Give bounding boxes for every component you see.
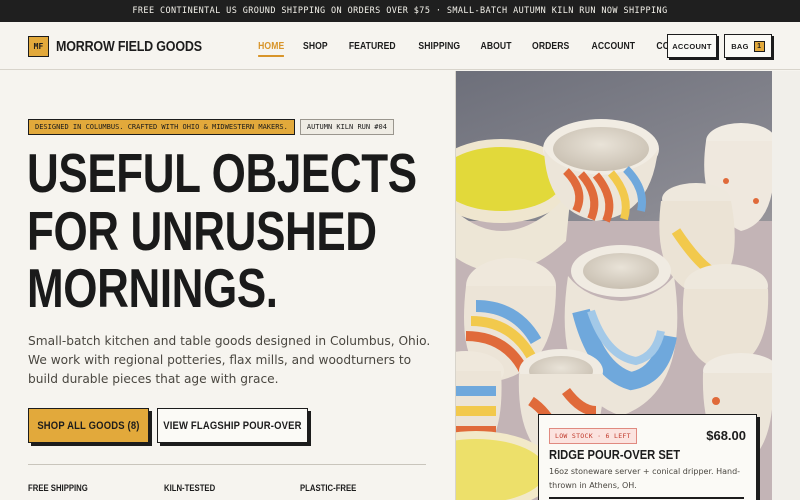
shop-all-button[interactable]: SHOP ALL GOODS (8) [28, 408, 149, 443]
bag-count-badge: 1 [753, 40, 765, 52]
product-price: $68.00 [706, 428, 746, 443]
promo-text: FREE CONTINENTAL US GROUND SHIPPING ON O… [132, 6, 668, 16]
featured-product-card[interactable]: LOW STOCK · 6 LEFT $68.00 RIDGE POUR-OVE… [538, 414, 757, 500]
nav-featured[interactable]: FEATURED [344, 37, 401, 56]
account-button[interactable]: ACCOUNT [667, 34, 717, 58]
headline-line-1: USEFUL OBJECTS [27, 142, 417, 204]
view-pour-over-label: VIEW FLAGSHIP POUR-OVER [163, 419, 302, 432]
logo[interactable]: MF MORROW FIELD GOODS [28, 36, 226, 57]
hero-headline: USEFUL OBJECTS FOR UNRUSHED MORNINGS. [27, 142, 417, 319]
nav-shipping[interactable]: SHIPPING [413, 37, 465, 56]
bag-button[interactable]: BAG 1 [724, 34, 772, 58]
shop-all-label: SHOP ALL GOODS (8) [37, 419, 140, 432]
logo-mark: MF [28, 36, 49, 57]
kiln-run-badge: AUTUMN KILN RUN #04 [299, 119, 394, 135]
nav-home[interactable]: HOME [253, 37, 289, 57]
nav-account[interactable]: ACCOUNT [586, 37, 640, 56]
feature-list: FREE SHIPPING KILN-TESTED PLASTIC-FREE [28, 483, 436, 493]
low-stock-badge: LOW STOCK · 6 LEFT [549, 428, 637, 444]
view-pour-over-button[interactable]: VIEW FLAGSHIP POUR-OVER [157, 408, 308, 443]
headline-line-3: MORNINGS. [27, 257, 278, 319]
product-card-rule [549, 497, 744, 499]
hero-badges: DESIGNED IN COLUMBUS. CRAFTED WITH OHIO … [28, 119, 399, 135]
account-button-label: ACCOUNT [672, 41, 712, 51]
nav-orders[interactable]: ORDERS [527, 37, 575, 56]
feature-plastic-free: PLASTIC-FREE [300, 483, 357, 493]
product-description: 16oz stoneware server + conical dripper.… [549, 467, 741, 490]
product-name[interactable]: RIDGE POUR-OVER SET [549, 447, 680, 462]
main-nav: HOME SHOP FEATURED SHIPPING ABOUT ORDERS… [250, 22, 711, 70]
hero-section: DESIGNED IN COLUMBUS. CRAFTED WITH OHIO … [0, 71, 455, 500]
site-header: MF MORROW FIELD GOODS HOME SHOP FEATURED… [0, 22, 800, 70]
hero-lede: Small-batch kitchen and table goods desi… [28, 334, 431, 386]
bag-button-label: BAG [731, 41, 749, 51]
hero-divider [28, 464, 426, 465]
headline-line-2: FOR UNRUSHED [27, 199, 377, 262]
brand-name: MORROW FIELD GOODS [56, 38, 202, 55]
promo-banner: FREE CONTINENTAL US GROUND SHIPPING ON O… [0, 0, 800, 22]
feature-kiln-tested: KILN-TESTED [164, 483, 216, 493]
feature-free-shipping: FREE SHIPPING [28, 483, 88, 493]
nav-shop[interactable]: SHOP [298, 37, 333, 56]
origin-badge: DESIGNED IN COLUMBUS. CRAFTED WITH OHIO … [28, 119, 295, 135]
right-edge [772, 71, 800, 500]
nav-about[interactable]: ABOUT [476, 37, 517, 56]
